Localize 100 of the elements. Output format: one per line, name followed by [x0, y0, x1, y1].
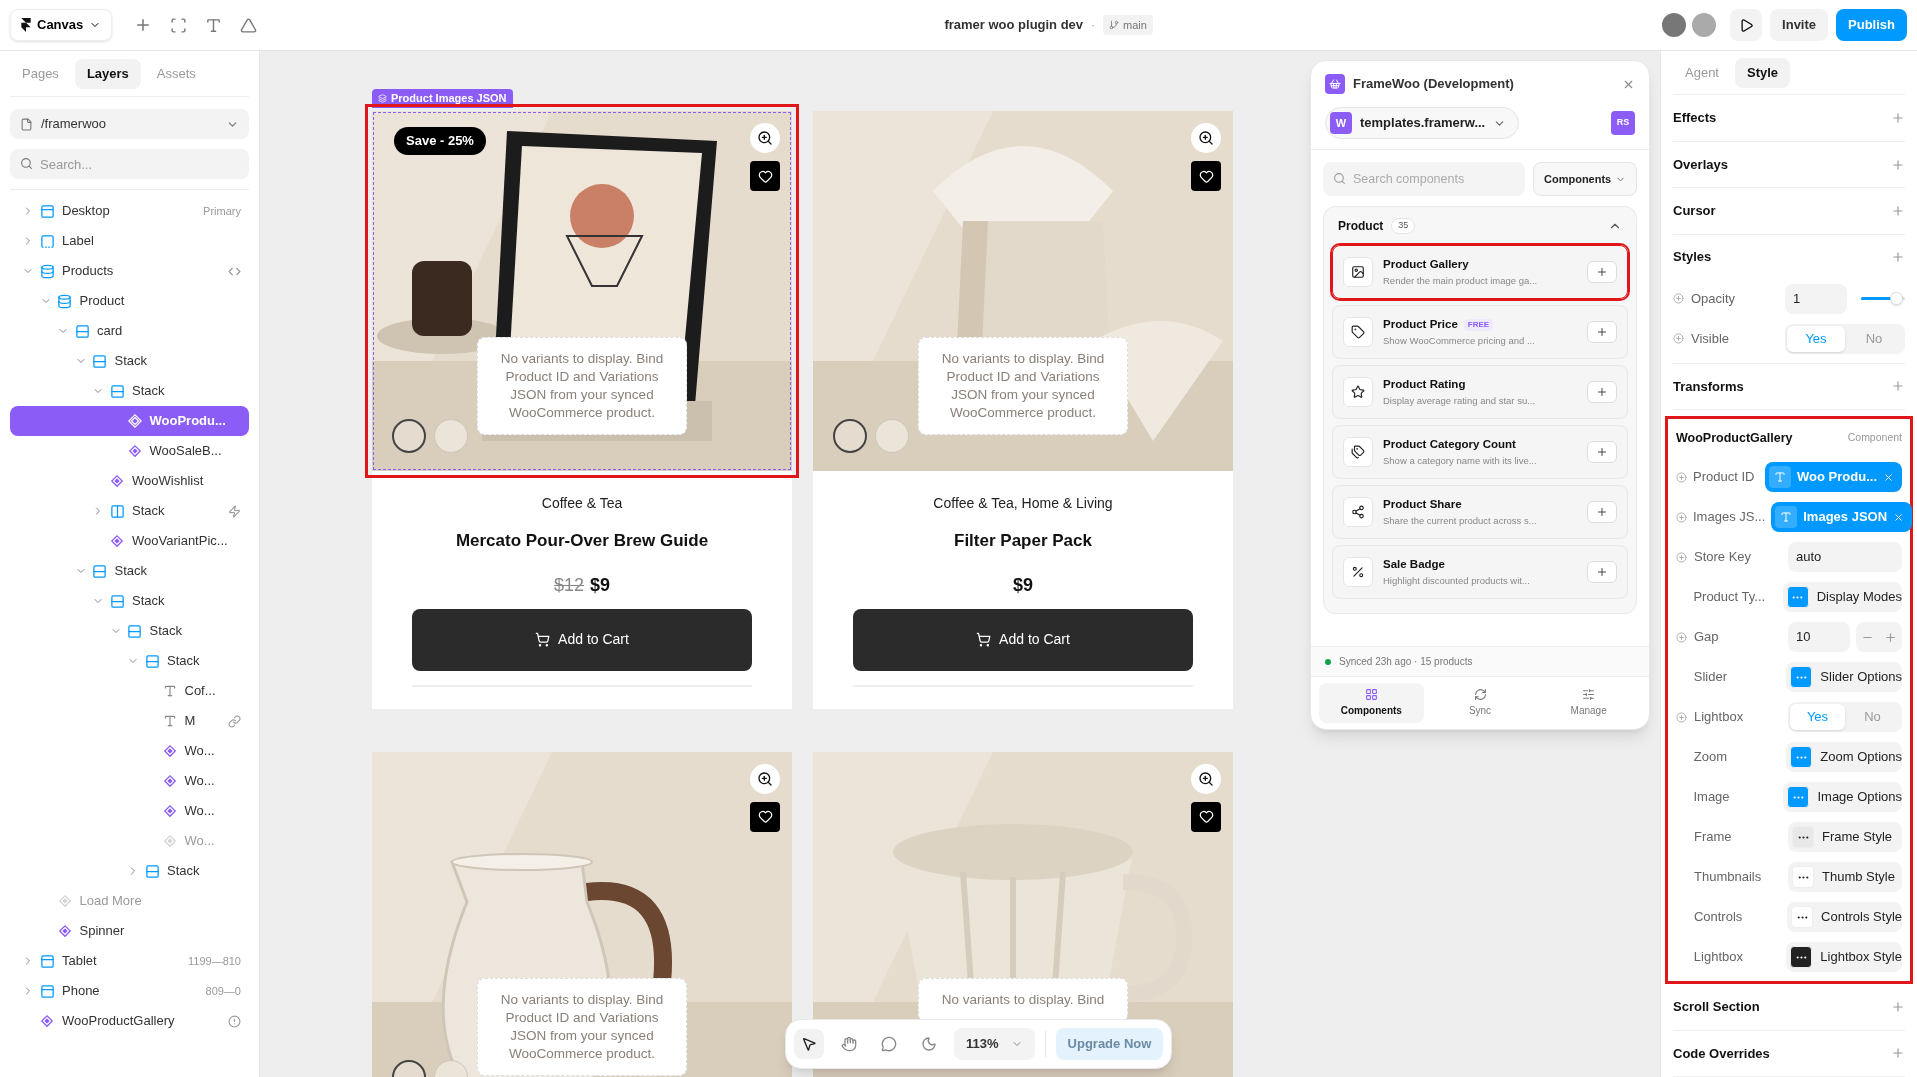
wishlist-button[interactable]: [750, 161, 780, 191]
component-item[interactable]: Product Category Count Show a category name with its live...: [1332, 425, 1628, 479]
component-item[interactable]: Product Price FREE Show WooCommerce pricing and ...: [1332, 305, 1628, 359]
layer-item[interactable]: Products: [10, 256, 249, 286]
layer-item[interactable]: Wo...: [10, 796, 249, 826]
plugin-nav-tab[interactable]: Sync: [1427, 683, 1533, 723]
option-button[interactable]: Slider Options: [1786, 662, 1902, 693]
layer-item[interactable]: WooProductGallery: [10, 1006, 249, 1036]
option-button[interactable]: Frame Style: [1788, 822, 1902, 853]
plus-icon[interactable]: [1891, 379, 1905, 394]
wishlist-button[interactable]: [1191, 161, 1221, 191]
option-button[interactable]: Thumb Style: [1788, 862, 1902, 893]
property-label: Lightbox: [1694, 708, 1745, 727]
add-button[interactable]: [1587, 441, 1617, 463]
layer-item[interactable]: Spinner: [10, 916, 249, 946]
frame-icon[interactable]: [170, 16, 188, 34]
site-select[interactable]: W templates.framerw...: [1325, 107, 1520, 139]
layer-item[interactable]: WooProdu...: [10, 406, 249, 436]
user-avatar[interactable]: RS: [1611, 111, 1635, 135]
plus-icon[interactable]: [1891, 249, 1905, 264]
layer-item[interactable]: Wo...: [10, 766, 249, 796]
layer-item[interactable]: WooVariantPic...: [10, 526, 249, 556]
close-icon[interactable]: [1893, 511, 1905, 523]
wishlist-button[interactable]: [1191, 801, 1221, 832]
canvas-menu[interactable]: Canvas: [10, 9, 113, 41]
slider-thumb[interactable]: [1890, 292, 1904, 306]
layer-item[interactable]: Cof...: [10, 676, 249, 706]
shape-icon[interactable]: [240, 16, 258, 34]
layer-item[interactable]: Stack: [10, 616, 249, 646]
preview-button[interactable]: [1730, 9, 1763, 41]
variable-icon[interactable]: [1676, 551, 1687, 563]
page-select[interactable]: /framerwoo: [10, 109, 249, 139]
heart-icon: [757, 809, 773, 824]
panel-tab[interactable]: Layers: [74, 58, 141, 89]
variable-icon[interactable]: [1673, 293, 1684, 305]
variable-icon[interactable]: [1676, 511, 1687, 523]
layer-item[interactable]: Stack: [10, 376, 249, 406]
plus-icon[interactable]: [1884, 630, 1897, 644]
component-item[interactable]: Product Share Share the current product across s...: [1332, 485, 1628, 539]
option-button[interactable]: Zoom Options: [1786, 742, 1902, 773]
layer-item[interactable]: WooSaleB...: [10, 436, 249, 466]
plus-icon[interactable]: [1891, 157, 1905, 172]
option-button[interactable]: Lightbox Style: [1786, 942, 1902, 973]
add-button[interactable]: [1587, 561, 1617, 583]
variable-icon[interactable]: [1676, 471, 1687, 483]
component-type-icon: [1351, 565, 1365, 579]
plus-icon[interactable]: [1891, 111, 1905, 126]
layer-item[interactable]: card: [10, 316, 249, 346]
layer-item[interactable]: Phone 809—0: [10, 976, 249, 1006]
plugin-nav-tab[interactable]: Components: [1319, 683, 1424, 723]
branch-badge[interactable]: main: [1103, 14, 1153, 36]
search-field[interactable]: Search...: [10, 149, 249, 179]
option-button[interactable]: Image Options: [1783, 782, 1902, 813]
add-button[interactable]: [1587, 501, 1617, 523]
option-button[interactable]: Controls Style: [1787, 902, 1902, 933]
add-button[interactable]: [1587, 381, 1617, 403]
layer-item[interactable]: Stack: [10, 856, 249, 886]
layer-item[interactable]: Stack: [10, 346, 249, 376]
add-to-cart-button[interactable]: Add to Cart: [853, 608, 1193, 671]
wishlist-button[interactable]: [750, 801, 780, 832]
filter-select[interactable]: Components: [1533, 162, 1637, 196]
variable-icon[interactable]: [1676, 631, 1687, 643]
text-field[interactable]: auto: [1788, 542, 1902, 573]
zoom-select[interactable]: 113%: [954, 1028, 1035, 1060]
layer-item[interactable]: Stack: [10, 586, 249, 616]
add-button[interactable]: [1587, 261, 1617, 283]
panel-tab[interactable]: Style: [1735, 57, 1791, 88]
slider-track[interactable]: [1861, 291, 1905, 307]
layer-item[interactable]: Tablet 1199—810: [10, 946, 249, 976]
tool-button[interactable]: [794, 1029, 824, 1059]
plus-icon: [1596, 266, 1608, 278]
component-item[interactable]: Sale Badge Highlight discounted products wit...: [1332, 545, 1628, 599]
number-field[interactable]: 10: [1788, 622, 1850, 653]
product-category: Coffee & Tea, Home & Living: [933, 494, 1113, 513]
layer-item[interactable]: Product: [10, 286, 249, 316]
plugin-nav-tab[interactable]: Manage: [1536, 683, 1641, 723]
invite-button[interactable]: Invite: [1770, 9, 1829, 41]
plus-icon[interactable]: [1891, 1046, 1905, 1061]
plus-icon[interactable]: [1891, 999, 1905, 1014]
layer-item[interactable]: Stack: [10, 646, 249, 676]
layer-item[interactable]: Stack: [10, 496, 249, 526]
plus-icon[interactable]: [1891, 204, 1905, 219]
variable-icon[interactable]: [1673, 333, 1684, 345]
search-field[interactable]: Search components: [1323, 162, 1525, 196]
layer-item[interactable]: M: [10, 706, 249, 736]
link-icon: [228, 714, 241, 728]
layer-item[interactable]: Wo...: [10, 736, 249, 766]
component-item[interactable]: Product Rating Display average rating and star su...: [1332, 365, 1628, 419]
layer-item[interactable]: Label: [10, 226, 249, 256]
layer-item[interactable]: Stack: [10, 556, 249, 586]
component-item[interactable]: Product Gallery Render the main product image ga...: [1332, 245, 1628, 299]
add-button[interactable]: [1587, 321, 1617, 343]
variable-icon[interactable]: [1676, 711, 1687, 723]
option-button[interactable]: Display Modes: [1782, 582, 1902, 613]
close-icon[interactable]: [1883, 471, 1894, 483]
layer-item[interactable]: WooWishlist: [10, 466, 249, 496]
layer-item[interactable]: Desktop Primary: [10, 196, 249, 226]
text-icon[interactable]: [205, 16, 223, 34]
number-field[interactable]: 1: [1785, 283, 1847, 314]
add-to-cart-button[interactable]: Add to Cart: [412, 608, 752, 671]
